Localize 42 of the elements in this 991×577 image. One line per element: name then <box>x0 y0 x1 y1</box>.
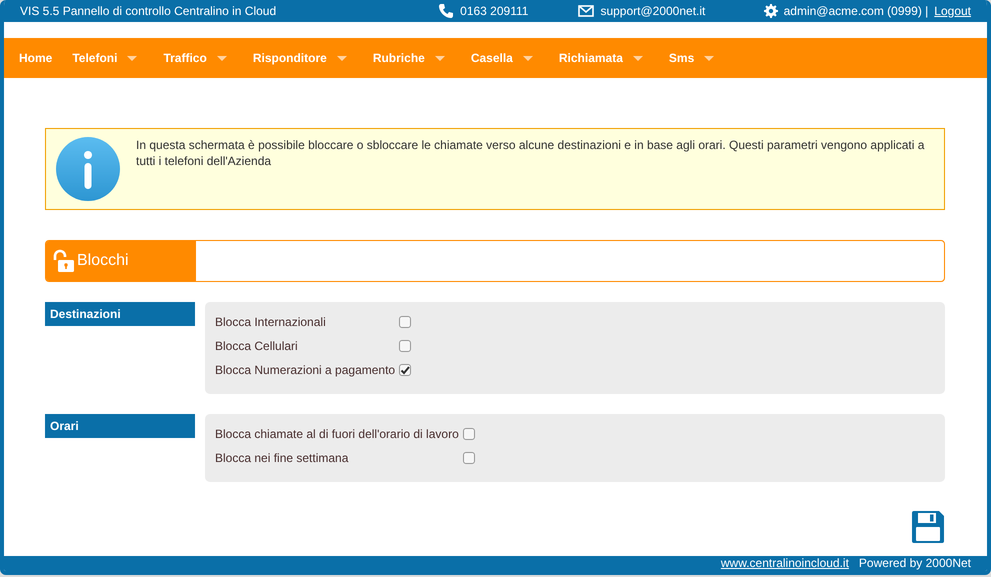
menu-item[interactable]: Richiamata <box>550 38 651 78</box>
option-label: Blocca Numerazioni a pagamento <box>215 362 396 379</box>
menu-item[interactable]: Home <box>11 38 60 78</box>
panel-title: Blocchi <box>77 251 129 271</box>
caret-icon <box>522 56 533 60</box>
menu-item[interactable]: Rubriche <box>364 38 453 78</box>
option-label: Blocca chiamate al di fuori dell'orario di lavoro <box>215 426 459 443</box>
menu-item[interactable]: Sms <box>660 38 722 78</box>
website-link[interactable]: www.centralinoincloud.it <box>720 556 849 571</box>
menu-item[interactable]: Risponditore <box>244 38 355 78</box>
logout-link[interactable]: Logout <box>934 2 971 20</box>
mail-icon <box>578 5 594 17</box>
caret-icon <box>434 56 445 60</box>
caret-icon <box>632 56 643 60</box>
phone-icon <box>438 3 454 19</box>
info-icon <box>56 137 120 201</box>
caret-icon <box>127 56 138 60</box>
caret-icon <box>704 56 714 60</box>
powered-by: Powered by 2000Net <box>858 556 971 571</box>
support-email: support@2000net.it <box>600 3 706 20</box>
gear-icon <box>764 4 778 18</box>
section-title: Destinazioni <box>45 302 195 326</box>
save-button[interactable] <box>911 510 945 544</box>
checkbox[interactable] <box>462 452 475 464</box>
caret-icon <box>216 56 227 60</box>
menu-item[interactable]: Traffico <box>155 38 235 78</box>
info-text: In questa schermata è possibile bloccare o sbloccare le chiamate verso alcune destinazioni e in base agli orari. Questi parametri vengono applicati a tutti i telefoni dell'Azienda <box>136 137 926 170</box>
user-account: admin@acme.com (0999) | <box>784 3 928 20</box>
checkbox[interactable] <box>462 428 475 440</box>
option-label: Blocca Internazionali <box>215 314 327 331</box>
app-title: VIS 5.5 Pannello di controllo Centralino in Cloud <box>20 3 276 20</box>
menu-item[interactable]: Telefoni <box>64 38 146 78</box>
padlock-icon <box>51 249 75 273</box>
option-label: Blocca nei fine settimana <box>215 450 350 467</box>
checkbox[interactable] <box>399 364 412 376</box>
section-title: Orari <box>45 414 195 438</box>
option-label: Blocca Cellulari <box>215 338 299 355</box>
caret-icon <box>336 56 347 60</box>
checkbox[interactable] <box>399 340 412 352</box>
checkbox[interactable] <box>399 316 412 328</box>
menu-item[interactable]: Casella <box>462 38 541 78</box>
phone-number: 0163 209111 <box>460 3 528 20</box>
